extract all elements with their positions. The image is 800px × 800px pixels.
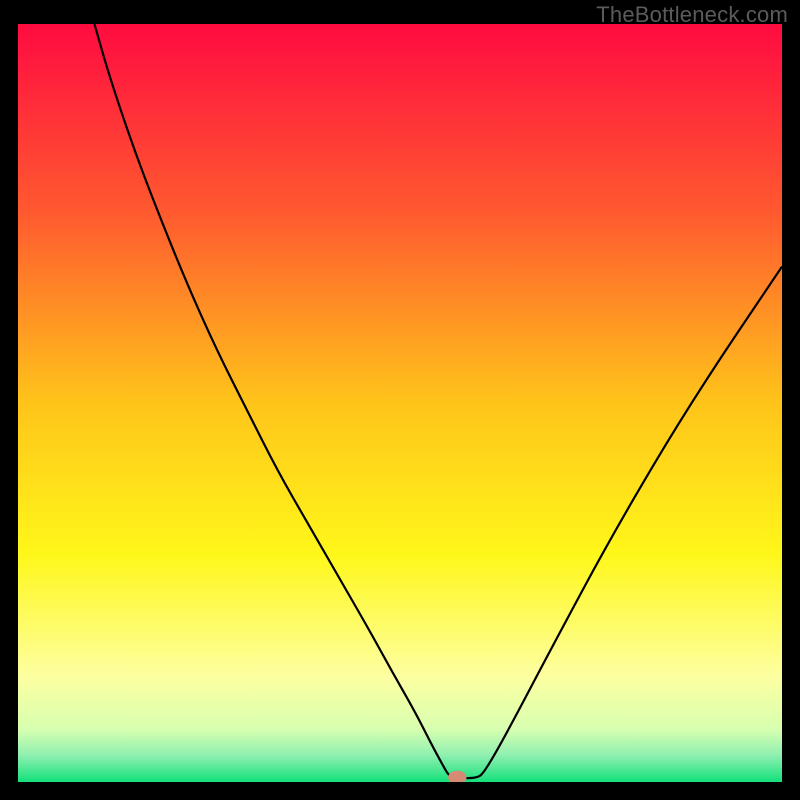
chart-frame: TheBottleneck.com [0, 0, 800, 800]
background-gradient [18, 24, 782, 782]
chart-svg [18, 24, 782, 782]
watermark-text: TheBottleneck.com [596, 2, 788, 28]
plot-area [18, 24, 782, 782]
